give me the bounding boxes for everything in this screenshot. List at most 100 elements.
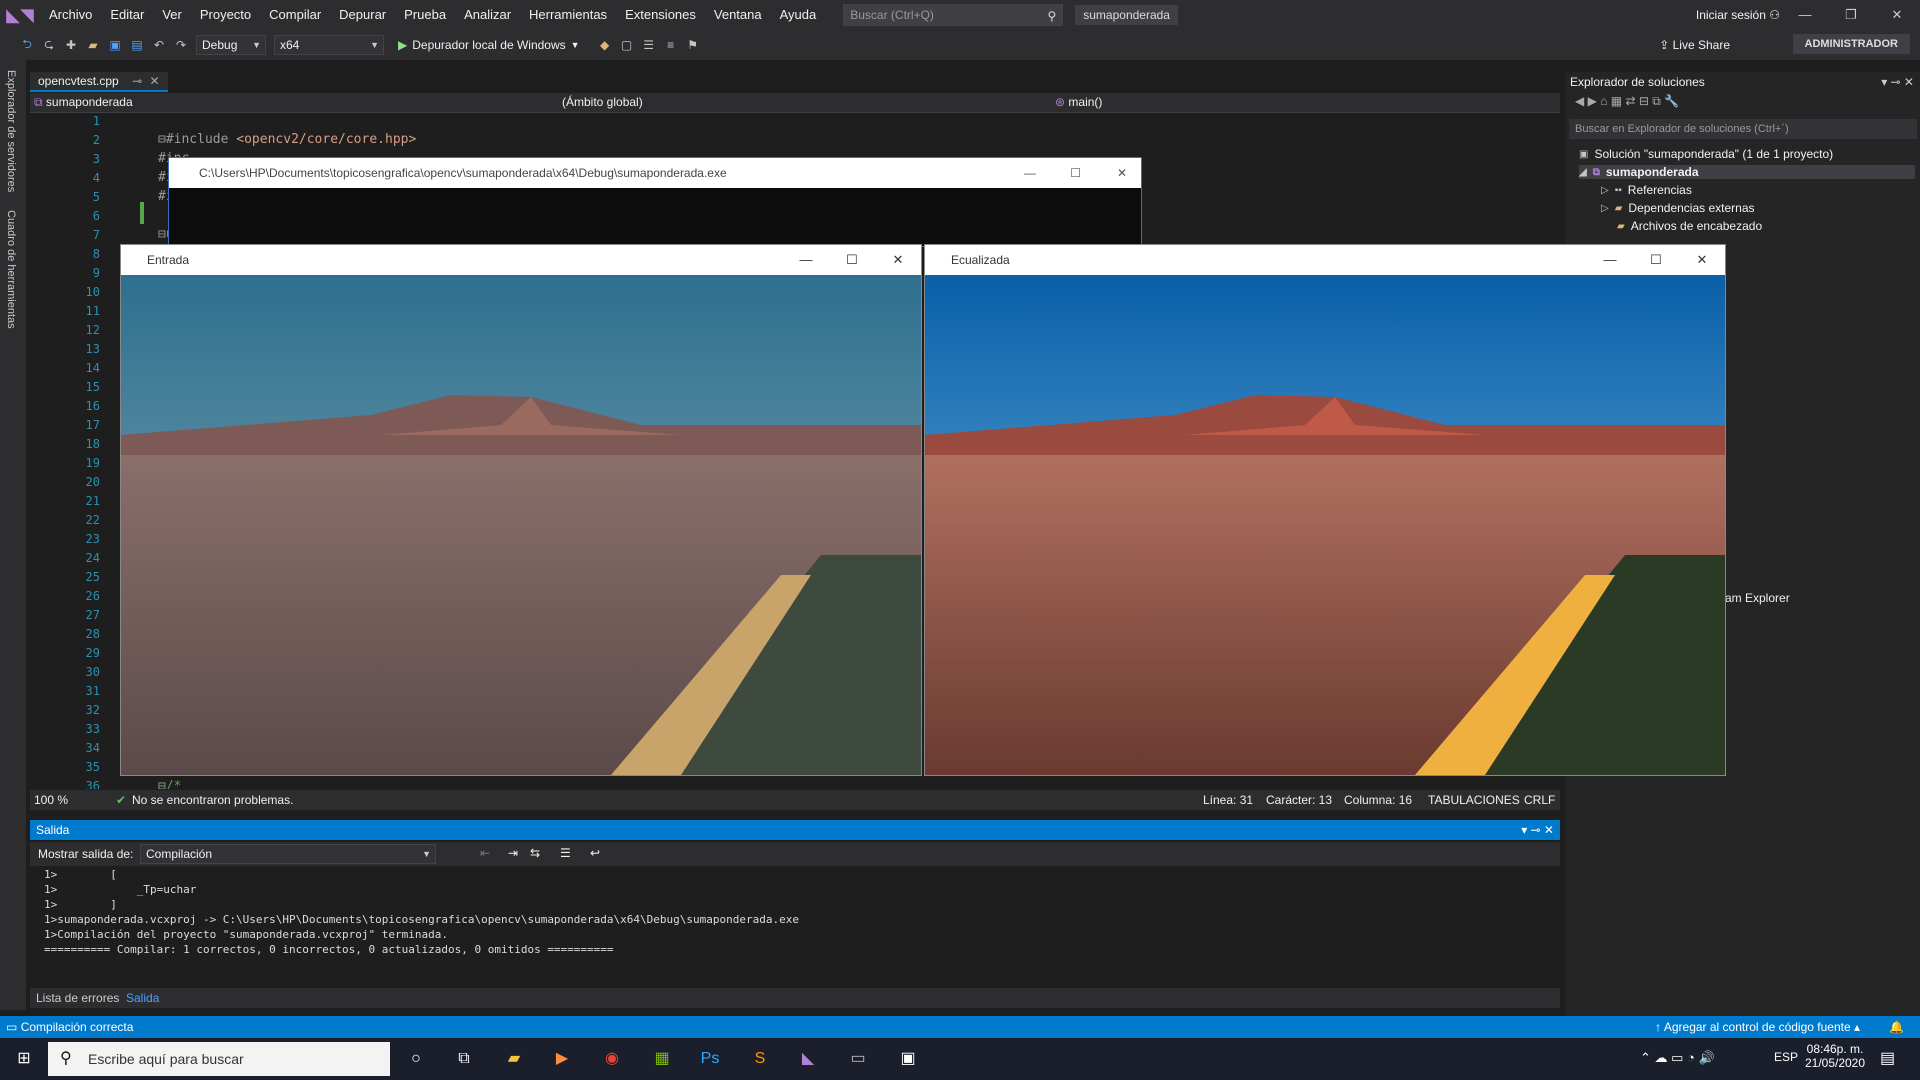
chrome-icon[interactable]: ◉ — [596, 1044, 628, 1074]
office-icon[interactable]: ▦ — [646, 1044, 678, 1074]
start-debugging-button[interactable]: ▶ Depurador local de Windows ▼ — [398, 38, 580, 52]
function-nav-dropdown[interactable]: ⊛ main() — [1055, 95, 1555, 109]
menu-ver[interactable]: Ver — [153, 0, 191, 30]
undo-icon[interactable]: ↶ — [152, 38, 166, 52]
tree-project[interactable]: ◢ ⧉ sumaponderada — [1579, 165, 1915, 179]
close-icon[interactable]: ▾ ⊸ ✕ — [1521, 820, 1554, 840]
open-folder-icon[interactable]: ▰ — [86, 38, 100, 52]
document-tab[interactable]: opencvtest.cpp ⊸ ✕ — [30, 72, 168, 92]
close-button[interactable]: ✕ — [1679, 245, 1725, 275]
server-explorer-tab[interactable]: Explorador de servidores — [5, 70, 17, 192]
menu-analizar[interactable]: Analizar — [455, 0, 520, 30]
cortana-icon[interactable]: ○ — [400, 1044, 432, 1074]
scope-nav-dropdown[interactable]: (Ámbito global) — [562, 95, 1062, 109]
bookmark-icon[interactable]: ⚑ — [686, 38, 700, 52]
tab-output[interactable]: Salida — [126, 991, 159, 1005]
minimize-button[interactable]: — — [783, 245, 829, 275]
properties-icon[interactable]: 🔧 — [1664, 94, 1679, 108]
global-search-input[interactable]: Buscar (Ctrl+Q) ⚲ — [843, 4, 1064, 26]
opencv-window-icon[interactable]: ▣ — [892, 1044, 924, 1074]
system-tray-icons[interactable]: ⌃ ☁ ▭ ◔ 🔊 — [1640, 1050, 1715, 1066]
close-icon[interactable]: ▾ ⊸ ✕ — [1881, 72, 1914, 92]
output-source-dropdown[interactable]: Compilación ▼ — [140, 844, 436, 864]
back-icon[interactable]: ⮌ — [20, 35, 34, 56]
tab-error-list[interactable]: Lista de errores — [36, 991, 119, 1005]
forward-icon[interactable]: ⮎ — [42, 35, 56, 56]
minimize-button[interactable]: — — [1587, 245, 1633, 275]
switch-views-icon[interactable]: ▦ — [1611, 94, 1622, 108]
menu-depurar[interactable]: Depurar — [330, 0, 395, 30]
show-all-icon[interactable]: ⧉ — [1652, 94, 1661, 108]
close-button[interactable]: ✕ — [1117, 158, 1127, 188]
maximize-button[interactable]: ☐ — [1070, 158, 1081, 188]
menu-ventana[interactable]: Ventana — [705, 0, 771, 30]
clock[interactable]: 08:46p. m. 21/05/2020 — [1800, 1042, 1870, 1070]
maximize-button[interactable]: ☐ — [829, 245, 875, 275]
pin-icon[interactable]: ⊸ — [132, 74, 142, 88]
toolbox-tab[interactable]: Cuadro de herramientas — [5, 210, 17, 329]
screenshot-icon[interactable]: ▢ — [620, 38, 634, 52]
minimize-button[interactable]: — — [1024, 158, 1036, 188]
home-icon[interactable]: ⌂ — [1600, 94, 1607, 108]
collapse-icon[interactable]: ⊟ — [1639, 94, 1649, 108]
tree-references[interactable]: ▷ ▪▪ Referencias — [1601, 183, 1692, 197]
output-text[interactable]: 1> [1> _Tp=uchar 1> ] 1>sumaponderada.vcxp… — [30, 867, 1540, 967]
photoshop-icon[interactable]: Ps — [694, 1044, 726, 1074]
visual-studio-icon[interactable]: ◣ — [792, 1044, 824, 1074]
close-button[interactable]: ✕ — [1874, 0, 1920, 30]
indent-mode[interactable]: TABULACIONES — [1428, 793, 1520, 807]
menu-proyecto[interactable]: Proyecto — [191, 0, 260, 30]
line-ending[interactable]: CRLF — [1524, 793, 1555, 807]
taskbar-search-input[interactable]: ⚲ Escribe aquí para buscar — [48, 1042, 390, 1076]
new-project-icon[interactable]: ✚ — [64, 38, 78, 52]
problems-status[interactable]: No se encontraron problemas. — [132, 793, 293, 807]
save-all-icon[interactable]: ▤ — [130, 38, 144, 52]
zoom-level[interactable]: 100 % — [34, 793, 68, 807]
tree-solution[interactable]: ▣ Solución "sumaponderada" (1 de 1 proyec… — [1579, 147, 1833, 161]
menu-compilar[interactable]: Compilar — [260, 0, 330, 30]
back-icon[interactable]: ◀ — [1575, 94, 1584, 108]
live-share-button[interactable]: ⇪ Live Share — [1659, 38, 1730, 52]
start-windows-icon[interactable]: ⊞ — [8, 1044, 40, 1074]
menu-herramientas[interactable]: Herramientas — [520, 0, 616, 30]
menu-prueba[interactable]: Prueba — [395, 0, 455, 30]
console-window[interactable]: C:\Users\HP\Documents\topicosengrafica\o… — [168, 157, 1142, 247]
media-player-icon[interactable]: ▶ — [546, 1044, 578, 1074]
menu-ayuda[interactable]: Ayuda — [771, 0, 826, 30]
project-nav-dropdown[interactable]: ⧉ sumaponderada — [34, 95, 534, 110]
forward-icon[interactable]: ▶ — [1588, 94, 1597, 108]
indent-icon[interactable]: ☰ — [642, 38, 656, 52]
close-icon[interactable]: ✕ — [149, 74, 159, 88]
solution-search-input[interactable]: Buscar en Explorador de soluciones (Ctrl… — [1569, 119, 1917, 139]
restore-button[interactable]: ❐ — [1828, 0, 1874, 30]
configuration-dropdown[interactable]: Debug ▼ — [196, 35, 266, 55]
source-control-button[interactable]: ↑ Agregar al control de código fuente ▴ — [1655, 1016, 1860, 1038]
action-center-icon[interactable]: ▤ — [1880, 1048, 1895, 1068]
save-icon[interactable]: ▣ — [108, 38, 122, 52]
goto-error-icon[interactable]: ⇆ — [530, 846, 540, 860]
word-wrap-icon[interactable]: ↩ — [590, 846, 600, 860]
maximize-button[interactable]: ☐ — [1633, 245, 1679, 275]
team-explorer-tab[interactable]: am Explorer — [1725, 591, 1790, 605]
notifications-icon[interactable]: 🔔 — [1889, 1016, 1904, 1038]
fire-icon[interactable]: ◆ — [598, 38, 612, 52]
redo-icon[interactable]: ↷ — [174, 38, 188, 52]
sync-icon[interactable]: ⇄ — [1625, 94, 1635, 108]
clear-all-icon[interactable]: ☰ — [560, 846, 571, 860]
menu-editar[interactable]: Editar — [101, 0, 153, 30]
platform-dropdown[interactable]: x64 ▼ — [274, 35, 384, 55]
minimize-button[interactable]: — — [1782, 0, 1828, 30]
tree-headers[interactable]: ▰ Archivos de encabezado — [1617, 219, 1762, 233]
goto-prev-icon[interactable]: ⇤ — [480, 846, 490, 860]
sublime-icon[interactable]: S — [744, 1044, 776, 1074]
sign-in-link[interactable]: Iniciar sesión ⚇ — [1696, 0, 1780, 30]
input-language[interactable]: ESP — [1774, 1050, 1798, 1064]
menu-extensiones[interactable]: Extensiones — [616, 0, 705, 30]
menu-archivo[interactable]: Archivo — [40, 0, 101, 30]
equalized-image-window[interactable]: Ecualizada — ☐ ✕ — [924, 244, 1726, 776]
task-view-icon[interactable]: ⧉ — [448, 1044, 480, 1074]
input-image-window[interactable]: Entrada — ☐ ✕ — [120, 244, 922, 776]
comment-icon[interactable]: ≡ — [664, 38, 678, 52]
close-button[interactable]: ✕ — [875, 245, 921, 275]
tree-external-deps[interactable]: ▷ ▰ Dependencias externas — [1601, 201, 1755, 215]
